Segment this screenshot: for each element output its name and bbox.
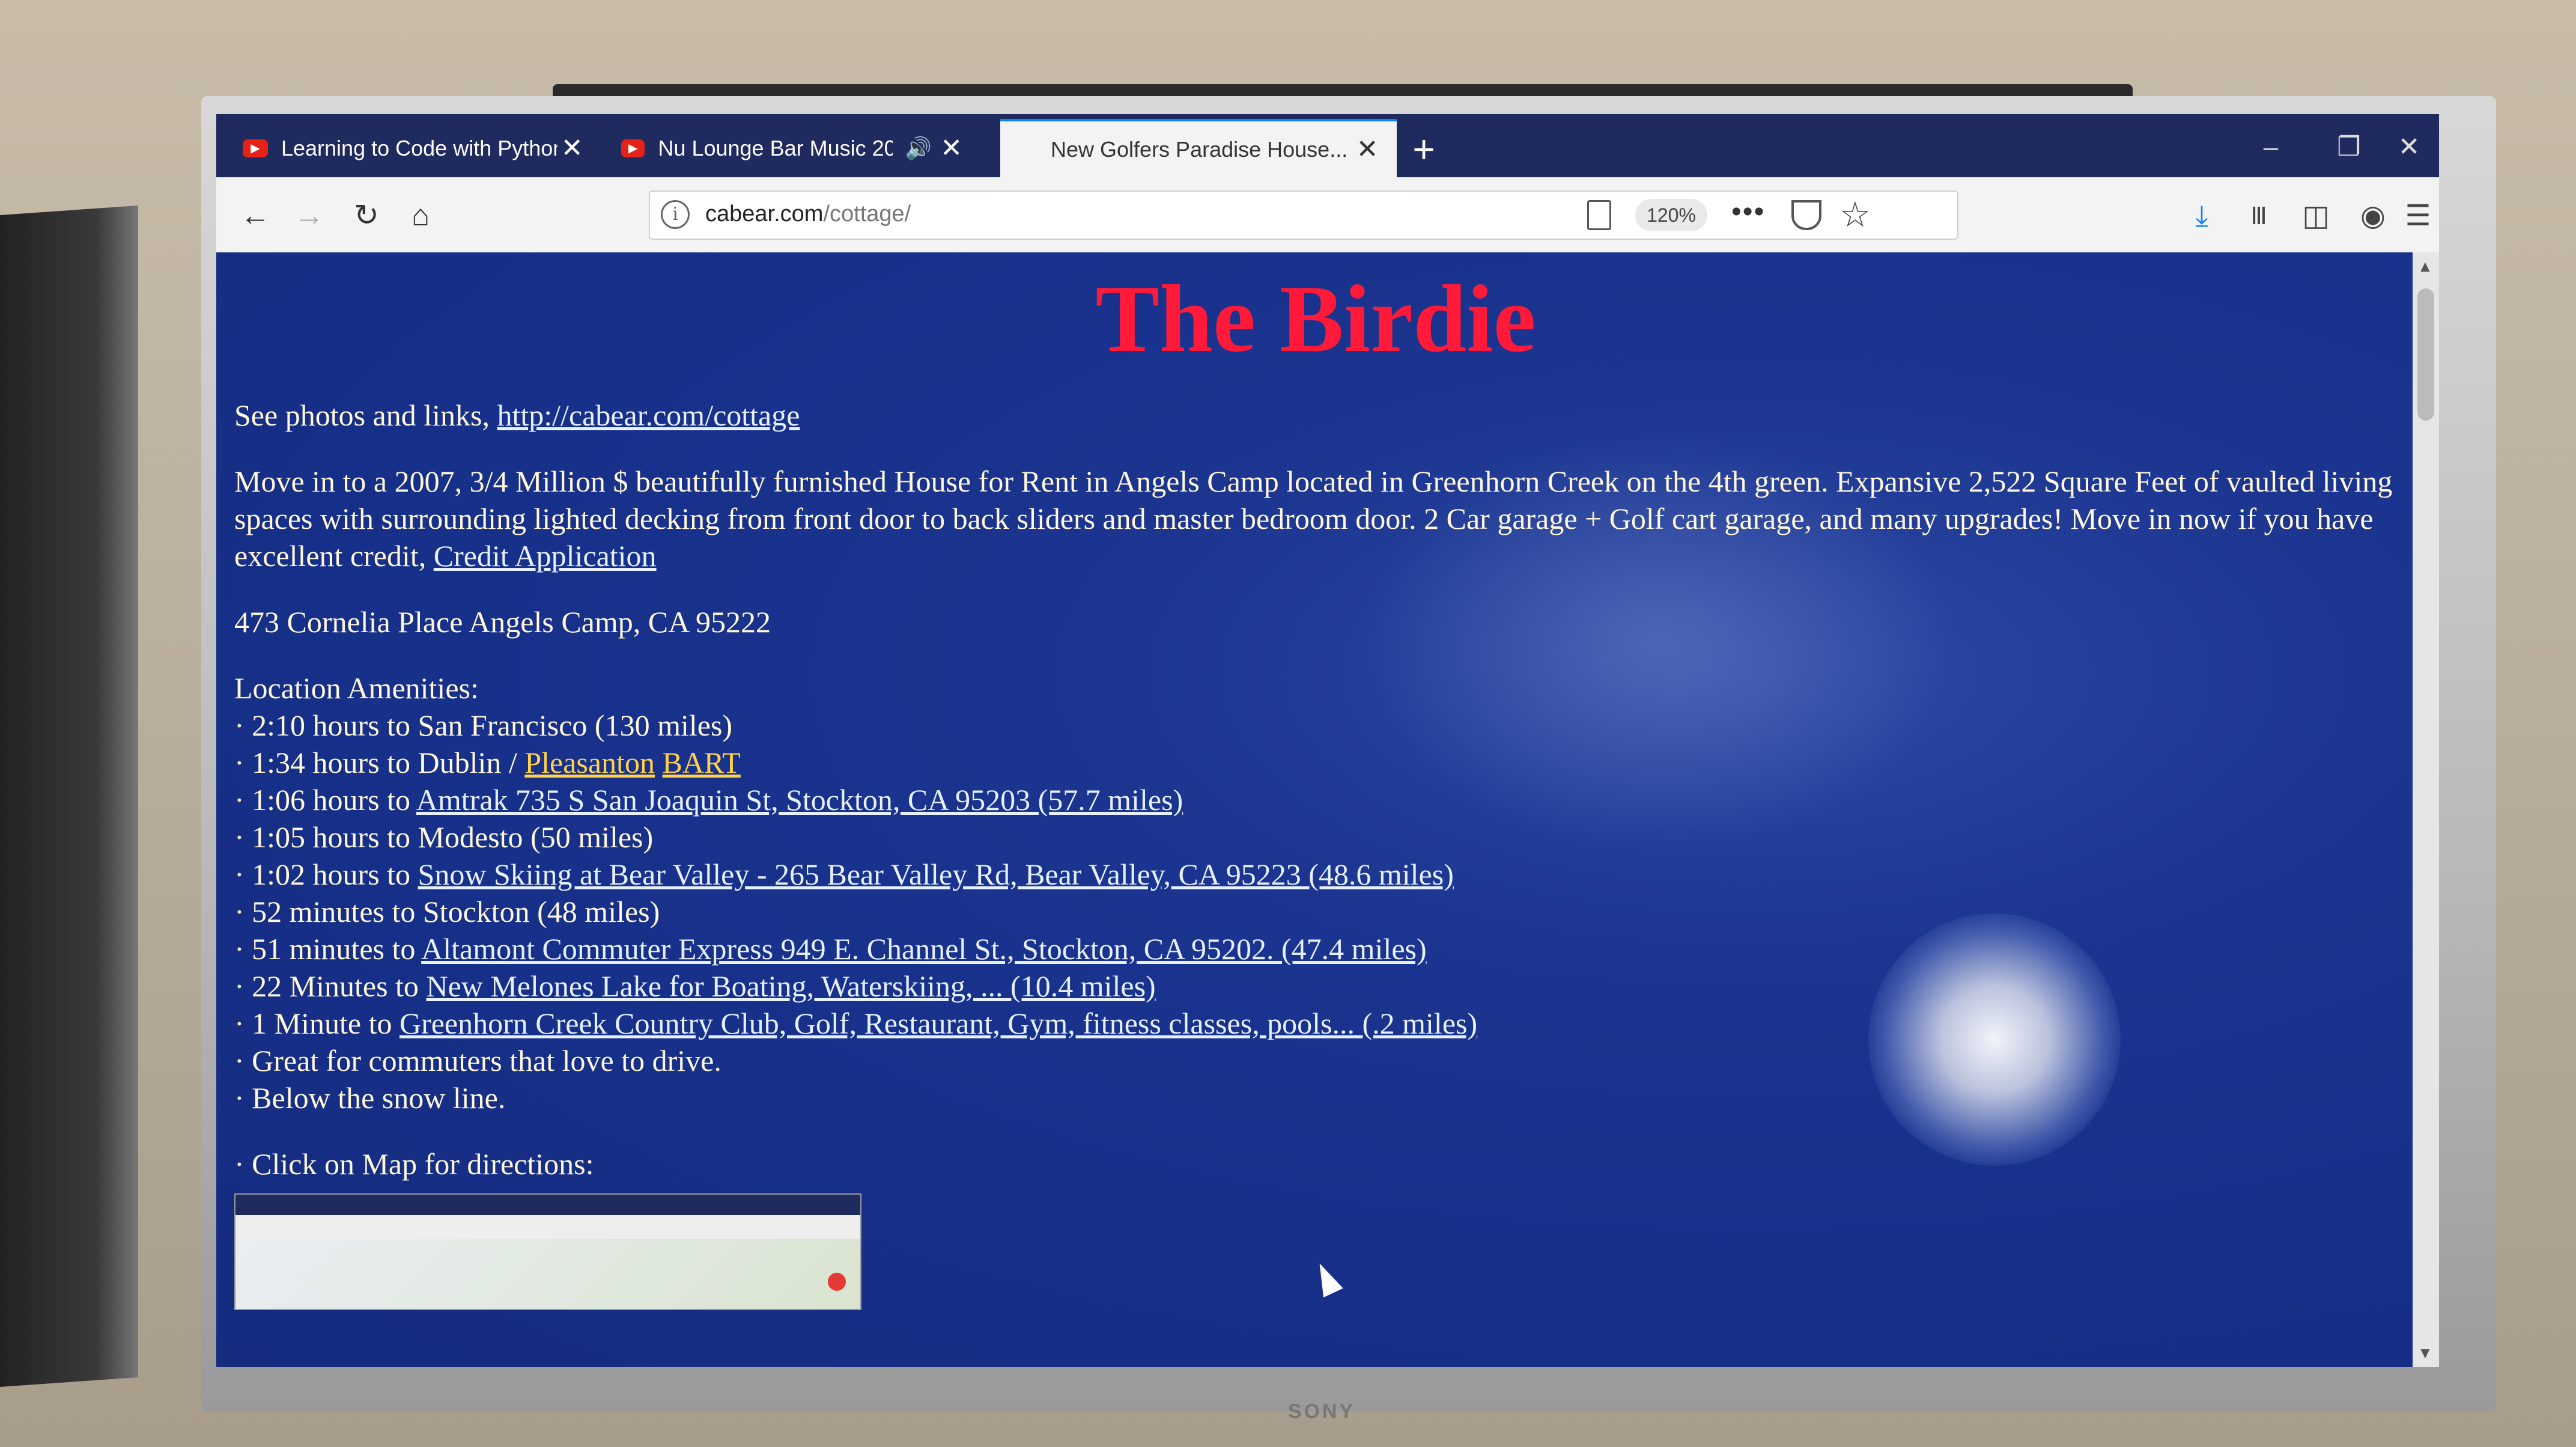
info-icon[interactable]: i [661,200,690,229]
map-thumbnail-link[interactable] [234,1193,861,1310]
map-thumbnail-image [235,1239,860,1309]
list-item: · 1:34 hours to Dublin / Pleasanton BART [234,744,2397,781]
download-icon[interactable]: ⤓ [2181,195,2223,237]
browser-nav-bar: ← → ↻ ⌂ i cabear.com/cottage/ 120% ••• ☆… [216,177,2439,254]
menu-icon[interactable]: ☰ [2397,195,2439,237]
map-pin-icon [828,1273,846,1291]
tv-brand-logo: SONY [1287,1400,1356,1423]
bookmark-star-icon[interactable]: ☆ [1839,194,1871,235]
minimize-button[interactable]: – [2247,126,2295,168]
address-bar[interactable]: i cabear.com/cottage/ 120% ••• ☆ [649,190,1958,240]
amenity-text: · 1:05 hours to Modesto (50 miles) [234,820,654,854]
forward-arrow-icon[interactable]: → [288,194,330,236]
close-icon[interactable]: ✕ [1352,134,1382,165]
pleasanton-link[interactable]: Pleasanton [524,746,655,779]
amenity-text: · 51 minutes to [234,932,422,966]
map-thumbnail-nav [235,1215,860,1239]
tab-nu-lounge[interactable]: ▶ Nu Lounge Bar Music 2017 🔊 ✕ [607,119,979,177]
screen-glare [1868,913,2121,1166]
zoom-indicator[interactable]: 120% [1635,199,1707,231]
browser-tab-bar: ▶ Learning to Code with Python: ✕ ▶ Nu L… [216,114,2439,177]
reload-icon[interactable]: ↻ [345,194,387,236]
amtrak-link[interactable]: Amtrak 735 S San Joaquin St, Stockton, C… [416,783,1183,817]
photos-paragraph: See photos and links, http://cabear.com/… [234,397,2397,434]
photos-link[interactable]: http://cabear.com/cottage [497,398,800,432]
list-item: · 1:06 hours to Amtrak 735 S San Joaquin… [234,781,2397,818]
tv-screen: ▶ Learning to Code with Python: ✕ ▶ Nu L… [216,114,2439,1367]
scrollbar-thumb[interactable] [2417,288,2434,421]
list-item: · 1:02 hours to Snow Skiing at Bear Vall… [234,856,2397,893]
list-item: · 2:10 hours to San Francisco (130 miles… [234,707,2397,744]
page-content: The Birdie See photos and links, http://… [234,252,2397,1310]
page-actions-more-icon[interactable]: ••• [1731,195,1765,228]
bart-link[interactable]: BART [662,746,740,779]
amenity-text: · 1 Minute to [234,1007,399,1040]
greenhorn-creek-link[interactable]: Greenhorn Creek Country Club, Golf, Rest… [399,1007,1477,1040]
url-host: cabear.com [705,201,824,227]
photos-intro: See photos and links, [234,398,490,432]
amenity-text: · 2:10 hours to San Francisco (130 miles… [234,708,733,742]
bear-valley-link[interactable]: Snow Skiing at Bear Valley - 265 Bear Va… [418,858,1454,891]
scrollbar[interactable]: ▲ ▼ [2413,252,2439,1367]
scroll-down-icon[interactable]: ▼ [2417,1344,2433,1362]
ace-link[interactable]: Altamont Commuter Express 949 E. Channel… [421,932,1427,966]
list-item: · 52 minutes to Stockton (48 miles) [234,893,2397,930]
amenity-text: · 1:02 hours to [234,858,418,891]
home-icon[interactable]: ⌂ [399,194,442,236]
library-icon[interactable]: Ⅲ [2238,195,2280,237]
side-monitor [0,205,138,1388]
amenity-text: · 52 minutes to Stockton (48 miles) [234,895,660,928]
youtube-icon: ▶ [243,139,268,157]
amenities-heading: Location Amenities: [234,671,479,705]
url-path: /cottage/ [823,201,911,227]
close-icon[interactable]: ✕ [557,133,586,163]
tab-learning-python[interactable]: ▶ Learning to Code with Python: ✕ [228,119,601,177]
tab-title: New Golfers Paradise House... [1051,136,1348,162]
new-tab-button[interactable]: + [1400,125,1448,173]
credit-application-link[interactable]: Credit Application [434,539,657,573]
restore-button[interactable]: ❐ [2325,126,2373,168]
page-viewport: The Birdie See photos and links, http://… [216,252,2439,1367]
tab-golfers-paradise[interactable]: New Golfers Paradise House... ✕ [1000,119,1397,177]
back-arrow-icon[interactable]: ← [234,194,276,236]
amenity-text: · Great for commuters that love to drive… [234,1044,721,1077]
map-thumbnail-tabs [235,1195,860,1215]
sidebar-icon[interactable]: ◫ [2295,195,2337,237]
account-icon[interactable]: ◉ [2352,195,2394,237]
url-text[interactable]: cabear.com/cottage/ [705,201,911,227]
close-window-button[interactable]: ✕ [2385,126,2433,168]
list-item: · 1:05 hours to Modesto (50 miles) [234,818,2397,856]
amenity-text: · 22 Minutes to [234,969,427,1003]
new-melones-link[interactable]: New Melones Lake for Boating, Waterskiin… [426,969,1155,1003]
map-prompt: · Click on Map for directions: [234,1147,594,1181]
amenity-text: · 1:34 hours to Dublin / [234,746,525,779]
close-icon[interactable]: ✕ [938,133,965,163]
tab-title: Learning to Code with Python: [281,135,558,160]
pocket-icon[interactable] [1791,200,1821,230]
amenity-text: · 1:06 hours to [234,783,416,817]
address: 473 Cornelia Place Angels Camp, CA 95222 [234,605,771,639]
speaker-icon[interactable]: 🔊 [905,136,932,161]
reader-view-icon[interactable] [1587,200,1611,230]
page-title: The Birdie [1095,265,1536,372]
tab-title: Nu Lounge Bar Music 2017 [658,135,893,160]
amenity-text: · Below the snow line. [234,1081,506,1115]
youtube-icon: ▶ [621,139,645,157]
description-paragraph: Move in to a 2007, 3/4 Million $ beautif… [234,463,2397,574]
scroll-up-icon[interactable]: ▲ [2417,257,2433,276]
